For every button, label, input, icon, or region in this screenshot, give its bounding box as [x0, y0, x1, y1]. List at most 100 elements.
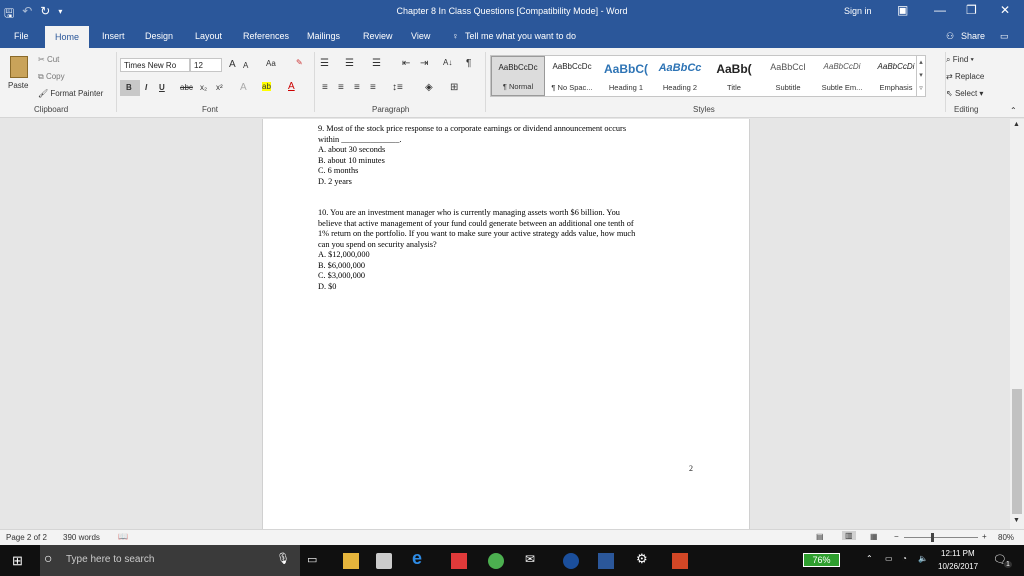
italic-button[interactable]: I	[145, 83, 147, 92]
scroll-up-icon[interactable]: ▲	[1013, 121, 1020, 128]
app-icon[interactable]	[451, 553, 467, 569]
settings-gear-icon[interactable]: ⚙	[636, 551, 648, 567]
restore-icon[interactable]: ❐	[966, 3, 977, 17]
superscript-button[interactable]: x²	[216, 83, 223, 92]
multilevel-list-icon[interactable]: ☰	[372, 58, 381, 69]
align-center-icon[interactable]: ≡	[338, 82, 344, 93]
minimize-icon[interactable]: —	[934, 3, 946, 17]
zoom-level[interactable]: 80%	[998, 533, 1014, 542]
wifi-icon[interactable]: ◔	[902, 554, 907, 563]
style-normal[interactable]: AaBbCcDc ¶ Normal	[491, 56, 545, 96]
battery-icon[interactable]: ▭	[885, 554, 893, 563]
battery-indicator[interactable]: 76%	[803, 553, 840, 567]
comments-icon[interactable]: ▭	[1000, 31, 1009, 42]
vertical-scrollbar[interactable]: ▲ ▼	[1010, 119, 1024, 529]
collapse-ribbon-icon[interactable]: ⌃	[1010, 106, 1017, 115]
style-emphasis[interactable]: AaBbCcDi Emphasis	[869, 56, 923, 96]
zoom-in-icon[interactable]: +	[982, 532, 987, 541]
underline-button[interactable]: U	[159, 83, 165, 92]
zoom-out-icon[interactable]: −	[894, 532, 899, 541]
font-size-box[interactable]: 12	[190, 58, 222, 72]
tab-layout[interactable]: Layout	[195, 31, 222, 41]
numbering-icon[interactable]: ☰	[345, 58, 354, 69]
tell-me-box[interactable]: Tell me what you want to do	[465, 31, 576, 41]
document-page[interactable]: 9. Most of the stock price response to a…	[262, 119, 750, 529]
shading-icon[interactable]: ◈	[425, 82, 433, 93]
scroll-down-icon[interactable]: ▼	[1013, 517, 1020, 524]
styles-scroll-icon[interactable]: ▴ ▾ ▿	[916, 56, 925, 96]
media-icon[interactable]	[563, 553, 579, 569]
store-icon[interactable]	[376, 553, 392, 569]
sort-icon[interactable]: A↓	[443, 58, 452, 67]
print-layout-icon[interactable]: ▥	[842, 531, 856, 540]
share-button[interactable]: Share	[961, 31, 985, 41]
tray-chevron-icon[interactable]: ⌃	[866, 554, 873, 563]
font-color-icon[interactable]: A	[288, 81, 295, 92]
clock-date[interactable]: 10/26/2017	[938, 562, 978, 571]
page-count[interactable]: Page 2 of 2	[6, 533, 47, 542]
task-view-icon[interactable]: ▭	[307, 553, 317, 566]
subscript-button[interactable]: x₂	[200, 83, 207, 92]
powerpoint-icon[interactable]	[672, 553, 688, 569]
cut-button[interactable]: ✂ Cut	[38, 55, 59, 64]
find-button[interactable]: ⌕ Find ▾	[946, 55, 974, 65]
clear-formatting-icon[interactable]: ✎	[296, 58, 303, 67]
shrink-font-button[interactable]: A	[243, 61, 248, 70]
tab-home[interactable]: Home	[45, 26, 90, 48]
paste-icon[interactable]	[10, 56, 28, 78]
format-painter-button[interactable]: 🖌 Format Painter	[38, 89, 103, 98]
increase-indent-icon[interactable]: ⇥	[420, 58, 428, 69]
select-button[interactable]: ⇖ Select ▾	[946, 89, 983, 98]
taskbar-search-box[interactable]: ○ Type here to search 🎙	[40, 545, 300, 576]
align-right-icon[interactable]: ≡	[354, 82, 360, 93]
zoom-slider[interactable]	[904, 533, 978, 542]
style-heading-2[interactable]: AaBbCc Heading 2	[653, 56, 707, 96]
clock-time[interactable]: 12:11 PM	[941, 549, 975, 558]
sign-in-link[interactable]: Sign in	[844, 6, 872, 16]
edge-icon[interactable]: e	[412, 548, 422, 569]
line-spacing-icon[interactable]: ↕≡	[392, 82, 403, 93]
file-explorer-icon[interactable]	[343, 553, 359, 569]
bullets-icon[interactable]: ☰	[320, 58, 329, 69]
style-no-spacing[interactable]: AaBbCcDc ¶ No Spac...	[545, 56, 599, 96]
borders-icon[interactable]: ⊞	[450, 82, 458, 93]
style-title[interactable]: AaBb( Title	[707, 56, 761, 96]
web-layout-icon[interactable]: ▦	[870, 532, 878, 541]
tab-insert[interactable]: Insert	[102, 31, 125, 41]
ribbon-display-options-icon[interactable]: ▣	[897, 3, 908, 17]
word-count[interactable]: 390 words	[63, 533, 100, 542]
tab-design[interactable]: Design	[145, 31, 173, 41]
style-heading-1[interactable]: AaBbC( Heading 1	[599, 56, 653, 96]
decrease-indent-icon[interactable]: ⇤	[402, 58, 410, 69]
text-effects-icon[interactable]: A	[240, 82, 247, 93]
paste-button[interactable]: Paste	[8, 81, 28, 90]
windows-start-icon[interactable]: ⊞	[12, 553, 23, 569]
copy-button[interactable]: ⧉ Copy	[38, 72, 65, 82]
justify-icon[interactable]: ≡	[370, 82, 376, 93]
mail-icon[interactable]: ✉	[525, 552, 535, 566]
tab-mailings[interactable]: Mailings	[307, 31, 340, 41]
style-subtle-emphasis[interactable]: AaBbCcDi Subtle Em...	[815, 56, 869, 96]
show-marks-button[interactable]: ¶	[466, 58, 471, 69]
tab-view[interactable]: View	[411, 31, 430, 41]
word-icon[interactable]	[598, 553, 614, 569]
font-name-box[interactable]: Times New Ro	[120, 58, 190, 72]
document-body[interactable]: 9. Most of the stock price response to a…	[318, 124, 698, 292]
tab-references[interactable]: References	[243, 31, 289, 41]
strikethrough-button[interactable]: abc	[180, 83, 193, 92]
close-icon[interactable]: ✕	[1000, 3, 1010, 17]
change-case-button[interactable]: Aa	[266, 59, 276, 68]
tab-file[interactable]: File	[14, 31, 29, 41]
bold-button[interactable]: B	[120, 80, 140, 96]
read-mode-icon[interactable]: ▤	[816, 532, 824, 541]
highlight-color-icon[interactable]: ab	[262, 82, 271, 91]
microphone-icon[interactable]: 🎙	[276, 552, 290, 565]
style-subtitle[interactable]: AaBbCcI Subtitle	[761, 56, 815, 96]
replace-button[interactable]: ⇄ Replace	[946, 72, 984, 81]
volume-icon[interactable]: 🔈	[918, 554, 928, 563]
tab-review[interactable]: Review	[363, 31, 393, 41]
proofing-icon[interactable]: 📖	[118, 532, 128, 541]
chrome-icon[interactable]	[488, 553, 504, 569]
grow-font-button[interactable]: A	[229, 59, 236, 70]
scrollbar-thumb[interactable]	[1012, 389, 1022, 514]
